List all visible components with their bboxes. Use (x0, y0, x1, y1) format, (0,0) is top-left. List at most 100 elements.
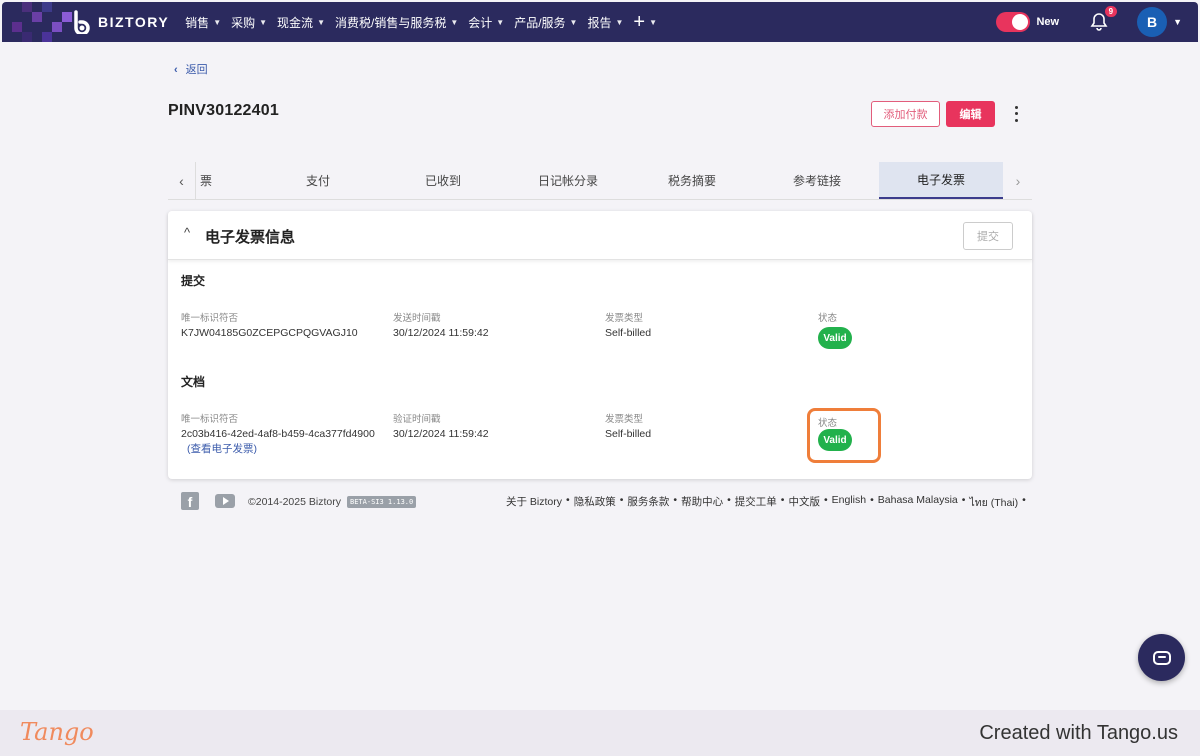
view-einvoice-link[interactable]: (查看电子发票) (187, 441, 257, 456)
footer-link-chinese[interactable]: 中文版 (788, 494, 820, 511)
submission-time-label: 发送时间戳 (393, 313, 441, 324)
footer-link-thai[interactable]: ไทย (Thai) (969, 494, 1018, 511)
footer-link-privacy[interactable]: 隐私政策 (574, 494, 616, 511)
biztory-logo-icon (72, 10, 94, 36)
more-options-icon[interactable] (1010, 104, 1022, 124)
chat-button[interactable] (1138, 634, 1185, 681)
chevron-left-icon: ‹ (174, 64, 178, 76)
brand-name: BIZTORY (98, 14, 170, 30)
separator: • (566, 494, 570, 506)
tab-tax-summary[interactable]: 税务摘要 (630, 162, 754, 199)
footer-link-ticket[interactable]: 提交工单 (735, 494, 777, 511)
tango-created-text: Created with Tango.us (979, 722, 1178, 744)
copyright-text: ©2014-2025 Biztory (248, 496, 341, 508)
separator: • (619, 494, 624, 506)
footer-link-terms[interactable]: 服务条款 (627, 494, 669, 511)
separator: • (823, 494, 828, 506)
card-header: ^ 电子发票信息 提交 (168, 211, 1032, 260)
document-time-label: 验证时间戳 (393, 414, 441, 425)
footer-link-english[interactable]: English (832, 494, 866, 511)
tab-journal[interactable]: 日记帐分录 (506, 162, 630, 199)
toolbar-right: New 9 B ▼ (996, 2, 1182, 42)
nav-cashflow-label: 现金流 (277, 15, 314, 30)
nav-products[interactable]: 产品/服务 ▼ (514, 14, 577, 31)
biztory-logo[interactable]: BIZTORY (72, 10, 170, 36)
new-ui-toggle[interactable] (996, 12, 1031, 32)
chevron-up-icon[interactable]: ^ (184, 225, 190, 240)
tab-reference-links[interactable]: 参考链接 (755, 162, 879, 199)
footer-link-malay[interactable]: Bahasa Malaysia (878, 494, 958, 511)
document-uid-value: 2c03b416-42ed-4af8-b459-4ca377fd4900 (181, 428, 375, 440)
card-title: 电子发票信息 (205, 229, 296, 246)
separator: • (727, 494, 731, 506)
chevron-down-icon: ▼ (213, 17, 222, 27)
tab-einvoice[interactable]: 电子发票 (879, 162, 1003, 199)
tab-bar: ‹ 票 支付 已收到 日记帐分录 税务摘要 参考链接 电子发票 › (168, 162, 1032, 200)
chevron-down-icon: ▼ (569, 17, 578, 27)
back-label: 返回 (185, 64, 208, 76)
new-label: New (1036, 16, 1060, 28)
add-payment-button[interactable]: 添加付款 (871, 101, 940, 127)
plus-icon: + (633, 11, 646, 33)
tab-scroll-right-icon[interactable]: › (1004, 162, 1032, 199)
submission-time-value: 30/12/2024 11:59:42 (393, 327, 489, 339)
submission-type-value: Self-billed (605, 327, 652, 339)
nav-accounting-label: 会计 (468, 15, 493, 30)
submit-button[interactable]: 提交 (963, 222, 1013, 250)
einvoice-card: ^ 电子发票信息 提交 提交 唯一标识符否 K7JW04185G0ZCEPGCP… (168, 211, 1032, 479)
nav-accounting[interactable]: 会计 ▼ (468, 14, 504, 31)
footer-link-about[interactable]: 关于 Biztory (506, 494, 562, 511)
nav-sales-label: 销售 (185, 15, 210, 30)
submission-uid-label: 唯一标识符否 (181, 313, 239, 324)
nav-add[interactable]: + ▼ (633, 12, 657, 32)
submission-uid-value: K7JW04185G0ZCEPGCPQGVAGJ10 (181, 327, 358, 339)
nav-reports[interactable]: 报告 ▼ (587, 14, 623, 31)
nav-cashflow[interactable]: 现金流 ▼ (277, 14, 325, 31)
edit-button[interactable]: 编辑 (946, 101, 995, 127)
submission-status-label: 状态 (818, 313, 838, 324)
document-type-label: 发票类型 (605, 414, 644, 425)
notifications-button[interactable]: 9 (1089, 6, 1118, 32)
chevron-down-icon: ▼ (615, 17, 624, 27)
facebook-icon[interactable]: f (181, 492, 199, 510)
notification-count: 9 (1104, 6, 1118, 17)
youtube-icon[interactable] (215, 494, 235, 508)
status-badge: Valid (818, 327, 852, 349)
document-type-value: Self-billed (605, 428, 652, 440)
document-heading: 文档 (181, 375, 206, 389)
highlight-box (807, 408, 881, 463)
tango-footer: Tango Created with Tango.us (0, 710, 1200, 756)
document-time-value: 30/12/2024 11:59:42 (393, 428, 489, 440)
nav-tax-label: 消费税/销售与服务税 (334, 15, 447, 30)
top-nav: BIZTORY 销售 ▼ 采购 ▼ 现金流 ▼ 消费税/销售与服务税 ▼ 会计 ▼ 产品/… (2, 2, 1198, 42)
nav-tax[interactable]: 消费税/销售与服务税 ▼ (335, 14, 458, 31)
social-links: f (181, 492, 235, 510)
back-link[interactable]: ‹ 返回 (174, 61, 208, 77)
submission-heading: 提交 (181, 274, 206, 288)
separator: • (870, 494, 874, 506)
toggle-knob (1012, 14, 1029, 30)
main-menu: 销售 ▼ 采购 ▼ 现金流 ▼ 消费税/销售与服务税 ▼ 会计 ▼ 产品/服务 ▼ 报告 ▼ … (185, 12, 667, 32)
chevron-down-icon: ▼ (649, 17, 657, 27)
tab-payment[interactable]: 支付 (256, 162, 380, 199)
separator: • (780, 494, 785, 506)
chat-icon (1152, 650, 1171, 665)
separator: • (1022, 494, 1026, 506)
nav-sales[interactable]: 销售 ▼ (185, 14, 221, 31)
separator: • (961, 494, 966, 506)
avatar[interactable]: B (1137, 7, 1168, 37)
page-title: PINV30122401 (168, 102, 279, 119)
nav-purchases[interactable]: 采购 ▼ (231, 14, 267, 31)
tab-invoice[interactable]: 票 (144, 162, 268, 199)
chevron-down-icon: ▼ (450, 17, 459, 27)
tab-received[interactable]: 已收到 (381, 162, 505, 199)
nav-products-label: 产品/服务 (514, 15, 566, 30)
footer-link-help[interactable]: 帮助中心 (681, 494, 723, 511)
version-badge: BETA-SI3 1.13.0 (347, 496, 417, 508)
chevron-down-icon: ▼ (496, 17, 505, 27)
separator: • (673, 494, 678, 506)
tab-scroll-left-icon[interactable]: ‹ (168, 162, 196, 199)
chevron-down-icon: ▼ (259, 17, 268, 27)
document-uid-label: 唯一标识符否 (181, 414, 239, 425)
chevron-down-icon[interactable]: ▼ (1173, 17, 1182, 27)
